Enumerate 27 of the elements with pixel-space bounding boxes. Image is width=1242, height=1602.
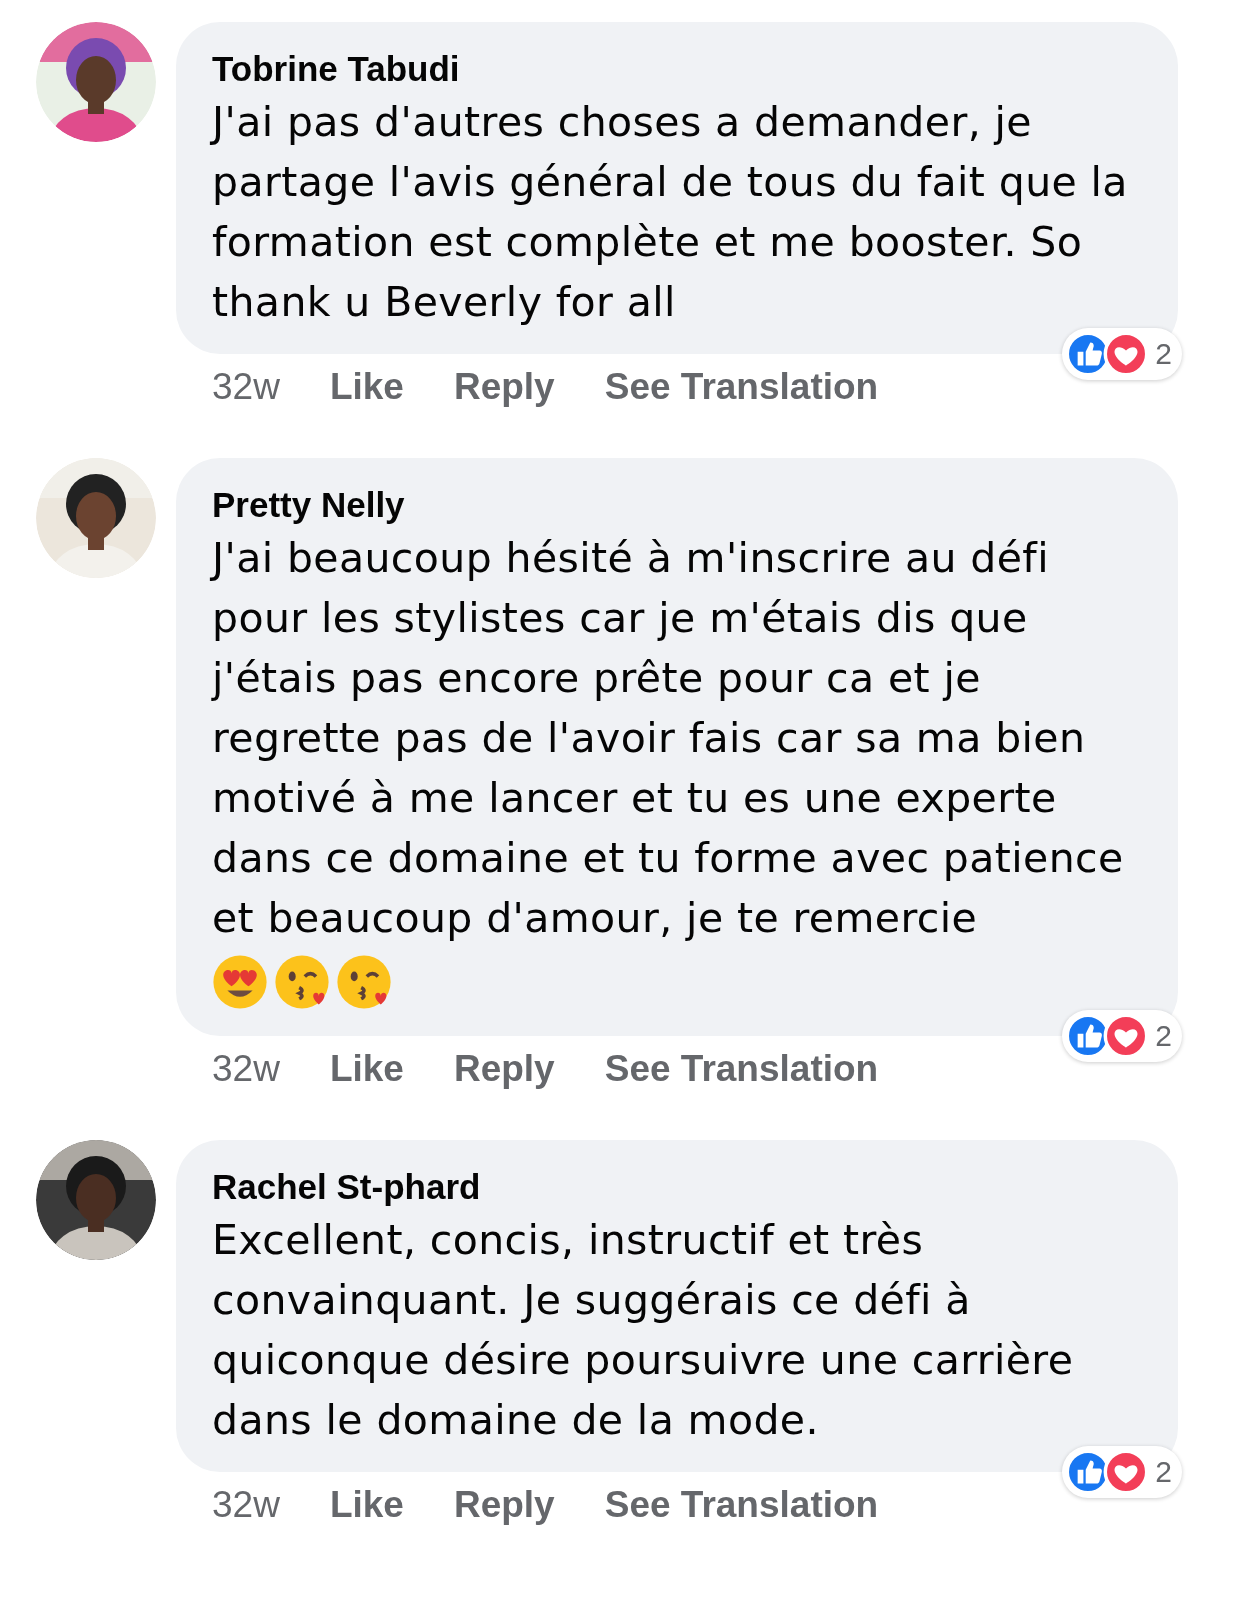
comment-text: Excellent, concis, instructif et très convainquant. Je suggérais ce défi à quiconque désire poursuivre une carrière dans le domaine de la mode.	[212, 1215, 1075, 1446]
comment-text: J'ai pas d'autres choses a demander, je partage l'avis général de tous du fait que la formation est complète et me booster. So thank u Beverly for all	[212, 97, 1129, 328]
reaction-badge[interactable]: 2	[1062, 328, 1182, 380]
comment-action-link[interactable]: See Translation	[604, 366, 879, 408]
author-name[interactable]: Pretty Nelly	[212, 482, 1142, 528]
reaction-count: 2	[1155, 1455, 1172, 1489]
comment-time: 32w	[212, 366, 280, 408]
kiss-emoji-icon	[274, 954, 330, 1010]
heart-eyes-emoji-icon	[212, 954, 268, 1010]
comment-action-link[interactable]: Reply	[453, 1484, 555, 1526]
comment-action-link[interactable]: Reply	[453, 366, 555, 408]
comment-time: 32w	[212, 1484, 280, 1526]
comment-action-link[interactable]: Like	[329, 366, 404, 408]
comment-action-link[interactable]: Like	[329, 1484, 404, 1526]
reaction-count: 2	[1155, 1019, 1172, 1053]
reaction-count: 2	[1155, 337, 1172, 371]
author-name[interactable]: Tobrine Tabudi	[212, 46, 1142, 92]
kiss-emoji-icon	[336, 954, 392, 1010]
comment-action-link[interactable]: See Translation	[604, 1048, 879, 1090]
comment-action-link[interactable]: Like	[329, 1048, 404, 1090]
comment-action-link[interactable]: Reply	[453, 1048, 555, 1090]
comment-time: 32w	[212, 1048, 280, 1090]
comment-text: J'ai beaucoup hésité à m'inscrire au défi pour les stylistes car je m'étais dis que j'étais pas encore prête pour ca et je regrette pas de l'avoir fais car sa ma bien motivé à me lancer et tu es une experte dans ce domaine et tu forme avec patience et beaucoup d'amour, je te remercie	[212, 533, 1125, 944]
author-name[interactable]: Rachel St-phard	[212, 1164, 1142, 1210]
comment-action-link[interactable]: See Translation	[604, 1484, 879, 1526]
reaction-badge[interactable]: 2	[1062, 1446, 1182, 1498]
reaction-badge[interactable]: 2	[1062, 1010, 1182, 1062]
